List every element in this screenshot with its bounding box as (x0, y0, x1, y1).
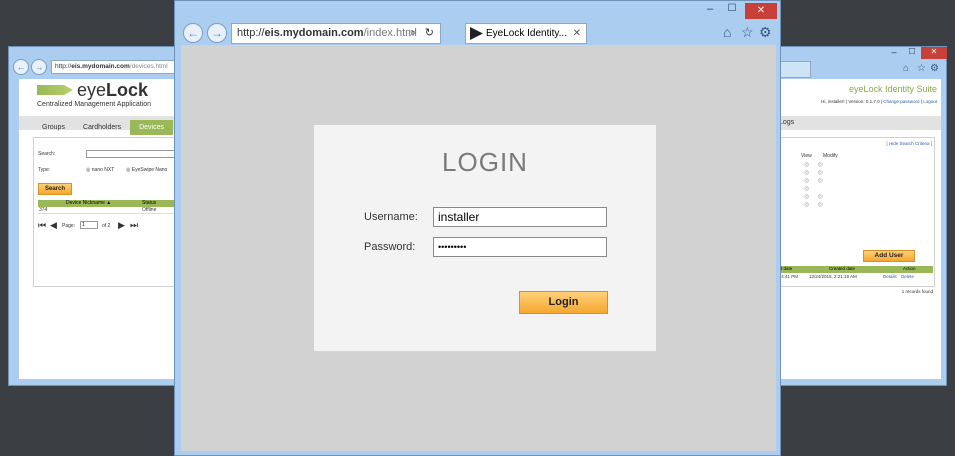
tab-close-icon[interactable]: ✕ (573, 24, 581, 43)
hide-criteria-link[interactable]: [ Hide Search Criteria ] (886, 141, 932, 146)
col-action[interactable]: Action (903, 266, 916, 271)
tab-cardholders[interactable]: Cardholders (74, 120, 130, 135)
perm-row[interactable]: ◎ ◎ (804, 201, 823, 209)
table-row[interactable]: 8:24:41 PM 12/24/2015, 2:21:19 AM Detail… (773, 273, 933, 280)
forward-button[interactable]: → (207, 23, 227, 43)
back-button[interactable]: ← (13, 59, 29, 75)
first-page-icon[interactable]: ⏮ (38, 220, 46, 231)
users-browser-window: – ☐ ✕ ⌂ ☆ ⚙ eyeLock Identity Suite Hi, i… (772, 46, 947, 386)
col-device-nickname[interactable]: Device Nickname ▲ (66, 200, 111, 206)
password-label: Password: (364, 241, 416, 253)
pager-page-label: Page: (62, 223, 76, 229)
url-domain: eis.mydomain.com (71, 63, 130, 70)
eyelock-favicon-icon (470, 27, 483, 40)
url-path: /index.html (363, 27, 417, 39)
close-button[interactable]: ✕ (745, 3, 777, 19)
tab-logs[interactable]: Logs (779, 119, 794, 126)
minimize-button[interactable]: – (699, 3, 721, 17)
forward-button[interactable]: → (31, 59, 47, 75)
search-button[interactable]: Search (38, 183, 72, 195)
users-table: fied date Created date Action 8:24:41 PM… (773, 266, 933, 280)
type-label: Type: (38, 167, 51, 173)
pager-page-input[interactable]: 1 (80, 221, 98, 229)
tab-groups[interactable]: Groups (33, 120, 74, 135)
login-panel: LOGIN Username: installer Password: ••••… (314, 125, 656, 351)
perm-row[interactable]: ◎ ◎ (804, 161, 823, 169)
password-input[interactable]: ••••••••• (433, 237, 607, 257)
row-details-link[interactable]: Details (883, 274, 897, 279)
perm-modify-header: Modify (823, 153, 838, 159)
eyelock-logo: eyeLock (37, 80, 197, 100)
home-icon[interactable]: ⌂ (723, 24, 731, 40)
login-page: LOGIN Username: installer Password: ••••… (181, 45, 776, 451)
logo-text-light: eye (77, 80, 107, 100)
tab-devices[interactable]: Devices (130, 120, 174, 135)
right-settings-gear-icon[interactable]: ⚙ (930, 63, 939, 74)
login-button[interactable]: Login (519, 291, 608, 314)
browser-tab[interactable]: EyeLock Identity... ✕ (465, 23, 587, 44)
logo-arrow-icon (37, 85, 73, 95)
col-created[interactable]: Created date (829, 266, 855, 271)
logo-text-bold: Lock (106, 80, 149, 100)
app-subtitle: Centralized Management Application (37, 101, 152, 108)
username-input[interactable]: installer (433, 207, 607, 227)
refresh-icon[interactable]: ↻ (425, 24, 434, 43)
pager-of: of 2 (102, 223, 111, 229)
search-label: Search: (38, 151, 56, 157)
row-delete-link[interactable]: Delete (901, 274, 914, 279)
permission-radios: ◎ ◎ ◎ ◎ ◎ ◎ ◎ ◎ ◎ ◎ ◎ (804, 161, 823, 209)
username-label: Username: (364, 211, 418, 223)
right-close-button[interactable]: ✕ (921, 47, 947, 59)
tabs-bar: Logs (773, 116, 941, 130)
tab-title: EyeLock Identity... (486, 28, 567, 39)
settings-gear-icon[interactable]: ⚙ (759, 24, 772, 41)
login-browser-window: – ☐ ✕ ← → http://eis.mydomain.com/index.… (174, 0, 781, 456)
col-status[interactable]: Status (142, 200, 156, 206)
logout-link[interactable]: Logout (923, 99, 937, 104)
address-bar[interactable]: http://eis.mydomain.com/index.html ⌕ ↻ (231, 23, 441, 44)
right-maximize-button[interactable]: ☐ (903, 47, 921, 59)
search-icon[interactable]: ⌕ (410, 24, 416, 43)
user-line-prefix: Hi, installer! | Version: 0.1.7.0 | (821, 99, 884, 104)
suite-title: eyeLock Identity Suite (848, 84, 937, 94)
records-found: 1 records found (901, 289, 933, 294)
perm-row[interactable]: ◎ ◎ (804, 177, 823, 185)
user-search-panel: [ Hide Search Criteria ] View Modify ◎ ◎… (773, 137, 935, 287)
row-created: 12/24/2015, 2:21:19 AM (809, 274, 857, 279)
favorites-icon[interactable]: ☆ (741, 24, 754, 41)
perm-view-header: View (801, 153, 812, 159)
right-favorites-icon[interactable]: ☆ (917, 63, 926, 74)
row-nickname: 374 (39, 207, 48, 213)
url-path: /devices.html (129, 63, 168, 70)
url-prefix: http:// (237, 27, 265, 39)
type-option-nano-nxt[interactable]: ◎ nano NXT (86, 167, 114, 173)
perm-row[interactable]: ◎ ◎ (804, 193, 823, 201)
login-title: LOGIN (442, 147, 528, 177)
users-page: eyeLock Identity Suite Hi, installer! | … (773, 79, 941, 379)
back-button[interactable]: ← (183, 23, 203, 43)
last-page-icon[interactable]: ⏭ (130, 220, 138, 231)
type-option-2-label: EyeSwipe Nano (131, 167, 168, 173)
url-prefix: http:// (55, 63, 72, 70)
right-home-icon[interactable]: ⌂ (903, 63, 909, 74)
type-option-1-label: nano NXT (91, 167, 115, 173)
next-page-icon[interactable]: ▶ (118, 220, 125, 231)
perm-row[interactable]: ◎ ◎ (804, 169, 823, 177)
right-minimize-button[interactable]: – (885, 47, 903, 59)
add-user-button[interactable]: Add User (863, 250, 915, 262)
maximize-button[interactable]: ☐ (721, 3, 743, 17)
type-option-eyeswipe[interactable]: ◎ EyeSwipe Nano (126, 167, 167, 173)
user-info-line: Hi, installer! | Version: 0.1.7.0 | Chan… (821, 99, 937, 104)
perm-row[interactable]: ◎ (804, 185, 823, 193)
row-status: Offline (142, 207, 157, 213)
prev-page-icon[interactable]: ◀ (50, 220, 57, 231)
url-domain: eis.mydomain.com (264, 27, 364, 39)
change-password-link[interactable]: Change password (883, 99, 919, 104)
